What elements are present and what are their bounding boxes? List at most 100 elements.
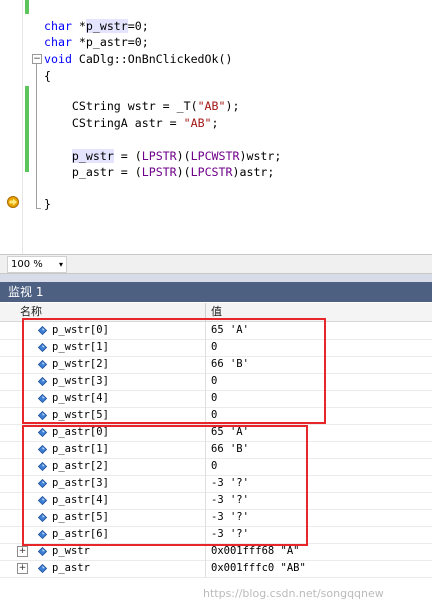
watch-row[interactable]: p_astr[3] -3 '?' bbox=[0, 475, 432, 493]
indicator-margin[interactable] bbox=[0, 0, 22, 254]
fold-line bbox=[36, 64, 37, 208]
watch-row[interactable]: p_astr[0] 65 'A' bbox=[0, 424, 432, 442]
watch-value[interactable]: 65 'A' bbox=[211, 322, 249, 339]
variable-icon bbox=[38, 343, 47, 352]
watch-value[interactable]: 0 bbox=[211, 390, 217, 407]
variable-icon bbox=[38, 326, 47, 335]
variable-icon bbox=[38, 462, 47, 471]
watch-value[interactable]: 66 'B' bbox=[211, 441, 249, 458]
watch-name: p_astr[4] bbox=[52, 494, 109, 506]
variable-icon bbox=[38, 394, 47, 403]
column-divider bbox=[205, 492, 206, 509]
watch-name: p_wstr[3] bbox=[52, 375, 109, 387]
watch-row[interactable]: p_wstr[5] 0 bbox=[0, 407, 432, 425]
watch-name: p_wstr[4] bbox=[52, 392, 109, 404]
watch-value[interactable]: 0 bbox=[211, 458, 217, 475]
editor-status-bar: 100 % ▾ bbox=[0, 254, 432, 274]
code-line[interactable]: p_astr = (LPSTR)(LPCSTR)astr; bbox=[44, 164, 274, 180]
column-header-value[interactable]: 值 bbox=[211, 303, 222, 321]
watch-row[interactable]: p_wstr[0] 65 'A' bbox=[0, 322, 432, 340]
column-divider bbox=[205, 543, 206, 560]
code-line[interactable]: CString wstr = _T("AB"); bbox=[44, 98, 240, 114]
chevron-down-icon: ▾ bbox=[58, 260, 63, 269]
variable-icon bbox=[38, 445, 47, 454]
column-divider bbox=[205, 424, 206, 441]
column-divider bbox=[205, 458, 206, 475]
column-header-name[interactable]: 名称 bbox=[20, 303, 42, 321]
watch-value[interactable]: 0 bbox=[211, 373, 217, 390]
column-divider[interactable] bbox=[205, 303, 206, 321]
watch-name: p_astr[3] bbox=[52, 477, 109, 489]
column-divider bbox=[205, 560, 206, 577]
watch-row[interactable]: p_astr[4] -3 '?' bbox=[0, 492, 432, 510]
variable-icon bbox=[38, 411, 47, 420]
code-line[interactable]: char *p_astr=0; bbox=[44, 34, 149, 50]
variable-icon bbox=[38, 547, 47, 556]
watch-value[interactable]: -3 '?' bbox=[211, 509, 249, 526]
code-editor[interactable]: − char *p_wstr=0; char *p_astr=0; void CaD… bbox=[0, 0, 432, 254]
column-divider bbox=[205, 339, 206, 356]
variable-icon bbox=[38, 377, 47, 386]
watch-row[interactable]: p_wstr[1] 0 bbox=[0, 339, 432, 357]
watch-value[interactable]: 0 bbox=[211, 339, 217, 356]
variable-icon bbox=[38, 530, 47, 539]
watch-value[interactable]: 0x001fff68 "A" bbox=[211, 543, 300, 560]
variable-icon bbox=[38, 360, 47, 369]
watch-value[interactable]: 65 'A' bbox=[211, 424, 249, 441]
watch-value[interactable]: 66 'B' bbox=[211, 356, 249, 373]
code-line[interactable]: p_wstr = (LPSTR)(LPCWSTR)wstr; bbox=[44, 148, 281, 164]
watch-row[interactable]: p_astr[2] 0 bbox=[0, 458, 432, 476]
watch-name: p_astr[2] bbox=[52, 460, 109, 472]
change-bar bbox=[25, 0, 29, 14]
column-divider bbox=[205, 441, 206, 458]
gutter-divider bbox=[22, 0, 23, 254]
variable-icon bbox=[38, 428, 47, 437]
code-line[interactable]: CStringA astr = "AB"; bbox=[44, 115, 219, 131]
code-line[interactable]: void CaDlg::OnBnClickedOk() bbox=[44, 51, 232, 67]
watch-row[interactable]: p_wstr[2] 66 'B' bbox=[0, 356, 432, 374]
watch-name: p_astr[6] bbox=[52, 528, 109, 540]
watch-row[interactable]: p_wstr[4] 0 bbox=[0, 390, 432, 408]
watch-name: p_astr[0] bbox=[52, 426, 109, 438]
watch-value[interactable]: -3 '?' bbox=[211, 492, 249, 509]
watch-row[interactable]: + p_astr 0x001fffc0 "AB" bbox=[0, 560, 432, 578]
watch-value[interactable]: -3 '?' bbox=[211, 526, 249, 543]
watch-row[interactable]: p_astr[1] 66 'B' bbox=[0, 441, 432, 459]
column-divider bbox=[205, 356, 206, 373]
watch-value[interactable]: 0x001fffc0 "AB" bbox=[211, 560, 306, 577]
variable-icon bbox=[38, 496, 47, 505]
change-bar bbox=[25, 86, 29, 172]
watch-column-header: 名称 值 bbox=[0, 303, 432, 322]
zoom-dropdown[interactable]: 100 % ▾ bbox=[7, 256, 67, 273]
column-divider bbox=[205, 475, 206, 492]
watch-row[interactable]: p_astr[5] -3 '?' bbox=[0, 509, 432, 527]
code-line[interactable]: char *p_wstr=0; bbox=[44, 18, 149, 34]
zoom-value: 100 % bbox=[11, 259, 43, 270]
variable-icon bbox=[38, 564, 47, 573]
watch-name: p_wstr[2] bbox=[52, 358, 109, 370]
column-divider bbox=[205, 390, 206, 407]
watch-value[interactable]: 0 bbox=[211, 407, 217, 424]
expand-icon[interactable]: + bbox=[17, 563, 28, 574]
column-divider bbox=[205, 407, 206, 424]
watch-name: p_astr bbox=[52, 562, 90, 574]
column-divider bbox=[205, 373, 206, 390]
collapse-icon[interactable]: − bbox=[32, 54, 42, 64]
column-divider bbox=[205, 526, 206, 543]
watch-panel-title-bar[interactable]: 监视 1 bbox=[0, 282, 432, 302]
watch-row[interactable]: p_astr[6] -3 '?' bbox=[0, 526, 432, 544]
expand-icon[interactable]: + bbox=[17, 546, 28, 557]
watch-row[interactable]: p_wstr[3] 0 bbox=[0, 373, 432, 391]
variable-icon bbox=[38, 479, 47, 488]
watch-name: p_astr[5] bbox=[52, 511, 109, 523]
watermark: https://blog.csdn.net/songqqnew bbox=[203, 587, 384, 600]
watch-name: p_astr[1] bbox=[52, 443, 109, 455]
code-line[interactable]: { bbox=[44, 68, 51, 84]
panel-splitter[interactable] bbox=[0, 274, 432, 282]
code-line[interactable]: } bbox=[44, 196, 51, 212]
watch-name: p_wstr[1] bbox=[52, 341, 109, 353]
variable-icon bbox=[38, 513, 47, 522]
column-divider bbox=[205, 509, 206, 526]
watch-row[interactable]: + p_wstr 0x001fff68 "A" bbox=[0, 543, 432, 561]
watch-value[interactable]: -3 '?' bbox=[211, 475, 249, 492]
